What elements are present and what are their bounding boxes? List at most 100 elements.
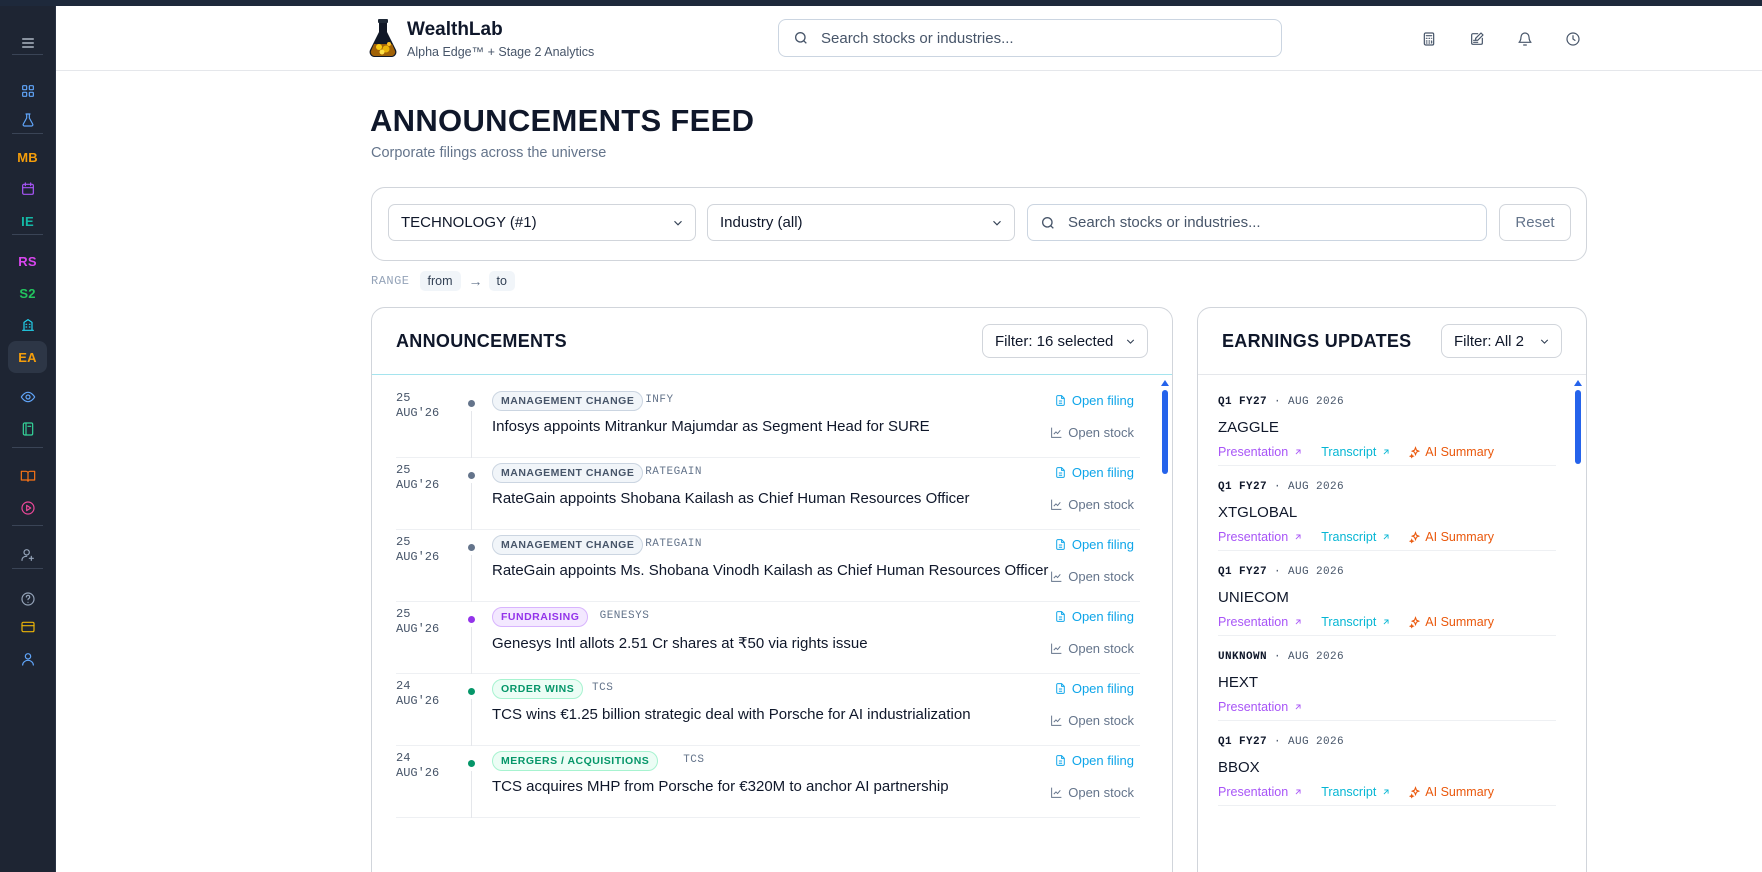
announcement-date: 24 AUG'26 [396,751,439,781]
announcement-title[interactable]: Genesys Intl allots 2.51 Cr shares at ₹5… [492,634,868,652]
earnings-scrollbar-thumb[interactable] [1575,390,1581,464]
presentation-link-label: Presentation [1218,445,1289,459]
open-stock-link[interactable]: Open stock [1050,425,1134,440]
announcement-title[interactable]: RateGain appoints Shobana Kailash as Chi… [492,490,970,507]
earnings-period: Q1 FY27 [1218,566,1268,578]
ai-summary-link[interactable]: AI Summary [1409,615,1494,629]
external-arrow-icon [1295,534,1301,540]
earnings-company-name[interactable]: XTGLOBAL [1218,504,1297,521]
scroll-up-arrow[interactable] [1161,380,1169,386]
scroll-up-arrow[interactable] [1574,380,1582,386]
open-stock-link[interactable]: Open stock [1050,713,1134,728]
transcript-link[interactable]: Transcript [1321,615,1391,629]
filter-card: TECHNOLOGY (#1) Industry (all) Search st… [371,187,1587,261]
earnings-company-name[interactable]: BBOX [1218,759,1260,776]
category-tag: FUNDRAISING [492,607,589,627]
open-filing-link[interactable]: Open filing [1054,681,1134,696]
open-filing-link[interactable]: Open filing [1054,537,1134,552]
presentation-link[interactable]: Presentation [1218,530,1303,544]
range-to-input[interactable]: to [488,271,515,291]
earnings-links: Presentation [1218,700,1321,714]
ai-summary-link[interactable]: AI Summary [1409,530,1494,544]
announcement-month: AUG'26 [396,694,440,708]
transcript-link[interactable]: Transcript [1321,785,1391,799]
announcement-day: 24 [396,679,411,693]
clock-icon[interactable] [1563,29,1583,49]
external-arrow-icon [1295,619,1301,625]
open-stock-link[interactable]: Open stock [1050,641,1134,656]
earnings-period: Q1 FY27 [1218,481,1268,493]
ai-summary-link[interactable]: AI Summary [1409,445,1494,459]
ai-summary-label: AI Summary [1425,530,1495,544]
sector-select[interactable]: TECHNOLOGY (#1) [388,204,696,241]
earnings-meta: Q1 FY27 · AUG 2026 [1218,481,1344,493]
meta-separator: · [1274,481,1289,493]
flask-icon[interactable] [8,104,47,136]
filter-search-input[interactable]: Search stocks or industries... [1027,204,1487,241]
sidebar-item-ea[interactable]: EA [8,341,47,373]
industry-select[interactable]: Industry (all) [707,204,1015,241]
announcement-title[interactable]: TCS wins €1.25 billion strategic deal wi… [492,706,971,723]
calculator-icon[interactable] [1419,29,1439,49]
sidebar-item-ie[interactable]: IE [8,205,47,237]
range-from-input[interactable]: from [419,271,461,291]
earnings-meta: Q1 FY27 · AUG 2026 [1218,566,1344,578]
announcement-row[interactable]: 25 AUG'26 MANAGEMENT CHANGE RATEGAIN Rat… [396,449,1140,530]
edit-note-icon[interactable] [1467,29,1487,49]
open-filing-link[interactable]: Open filing [1054,609,1134,624]
book-icon[interactable] [8,460,47,492]
open-stock-link[interactable]: Open stock [1050,497,1134,512]
user-settings-icon[interactable] [8,539,47,571]
open-stock-link[interactable]: Open stock [1050,785,1134,800]
reset-button[interactable]: Reset [1499,204,1571,241]
open-stock-link[interactable]: Open stock [1050,569,1134,584]
announcement-date: 25 AUG'26 [396,463,439,493]
panel-header-divider [1198,374,1586,375]
header-search-placeholder: Search stocks or industries... [821,29,1014,47]
earnings-row: Q1 FY27 · AUG 2026 ZAGGLE Presentation T… [1218,381,1556,466]
bell-icon[interactable] [1515,29,1535,49]
credit-card-icon[interactable] [8,611,47,643]
dashboard-icon[interactable] [8,75,47,107]
announcement-row[interactable]: 25 AUG'26 MANAGEMENT CHANGE RATEGAIN Rat… [396,521,1140,602]
ai-summary-link[interactable]: AI Summary [1409,785,1494,799]
sparkle-icon [1409,615,1421,628]
earnings-company-name[interactable]: UNIECOM [1218,589,1289,606]
open-filing-link[interactable]: Open filing [1054,393,1134,408]
sidebar-item-rs[interactable]: RS [8,245,47,277]
announcement-row[interactable]: 24 AUG'26 ORDER WINS TCS TCS wins €1.25 … [396,665,1140,746]
eye-icon[interactable] [8,381,47,413]
transcript-link[interactable]: Transcript [1321,445,1391,459]
announcements-scrollbar-thumb[interactable] [1162,390,1168,474]
building-icon[interactable] [8,309,47,341]
announcement-row[interactable]: 25 AUG'26 FUNDRAISING GENESYS Genesys In… [396,593,1140,674]
play-circle-icon[interactable] [8,492,47,524]
sparkle-icon [1409,530,1421,543]
announcement-row[interactable]: 25 AUG'26 MANAGEMENT CHANGE INFY Infosys… [396,377,1140,458]
sidebar-item-mb[interactable]: MB [8,141,47,173]
transcript-link[interactable]: Transcript [1321,530,1391,544]
header-search-input[interactable]: Search stocks or industries... [778,19,1282,57]
announcement-title[interactable]: RateGain appoints Ms. Shobana Vinodh Kai… [492,562,1048,579]
earnings-company-name[interactable]: ZAGGLE [1218,419,1279,436]
announcement-row[interactable]: 24 AUG'26 MERGERS / ACQUISITIONS TCS TCS… [396,737,1140,818]
presentation-link[interactable]: Presentation [1218,700,1303,714]
ticker-label: RATEGAIN [645,538,702,550]
app-title: WealthLab [407,19,503,40]
earnings-company-name[interactable]: HEXT [1218,674,1258,691]
notebook-icon[interactable] [8,413,47,445]
presentation-link[interactable]: Presentation [1218,785,1303,799]
announcement-month: AUG'26 [396,550,440,564]
announcements-filter-button[interactable]: Filter: 16 selected [982,324,1148,358]
open-filing-link[interactable]: Open filing [1054,465,1134,480]
earnings-filter-button[interactable]: Filter: All 2 [1441,324,1562,358]
presentation-link[interactable]: Presentation [1218,615,1303,629]
sidebar-item-s2[interactable]: S2 [8,277,47,309]
calendar-icon[interactable] [8,173,47,205]
open-filing-link[interactable]: Open filing [1054,753,1134,768]
announcement-title[interactable]: Infosys appoints Mitrankur Majumdar as S… [492,418,930,435]
earnings-row: Q1 FY27 · AUG 2026 XTGLOBAL Presentation… [1218,466,1556,551]
announcement-title[interactable]: TCS acquires MHP from Porsche for €320M … [492,778,949,795]
presentation-link[interactable]: Presentation [1218,445,1303,459]
user-icon[interactable] [8,643,47,675]
